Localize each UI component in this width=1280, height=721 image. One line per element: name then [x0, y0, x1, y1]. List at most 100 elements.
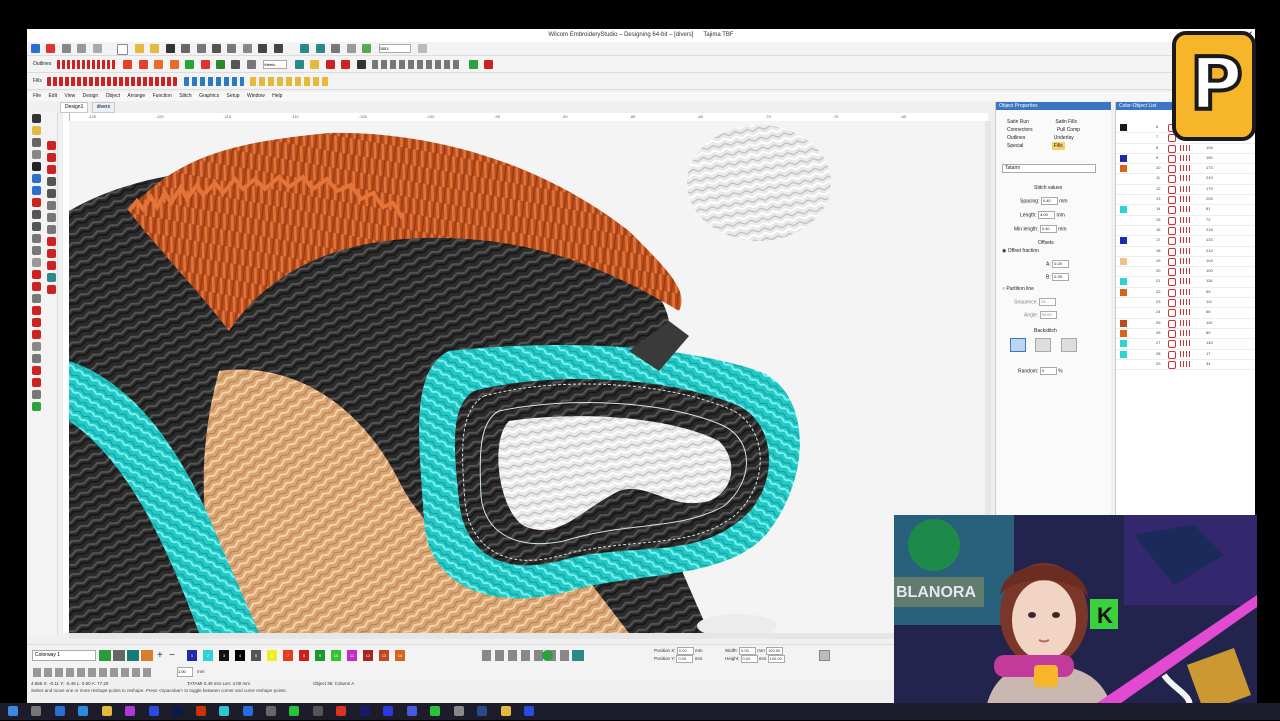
color-object-row[interactable]: 22 99: [1116, 288, 1255, 299]
pattern-icon[interactable]: [185, 60, 195, 69]
backstitch-option-3[interactable]: [1060, 338, 1077, 352]
tab-fills[interactable]: Fills: [1051, 142, 1065, 150]
pin-icon[interactable]: [61, 44, 71, 53]
discord-icon[interactable]: [406, 706, 417, 716]
palette-swatch[interactable]: 10: [331, 650, 341, 661]
fill3-icon[interactable]: [154, 60, 164, 69]
menu-object[interactable]: Object: [106, 93, 120, 99]
menu-view[interactable]: View: [64, 93, 75, 99]
color-object-row[interactable]: 11 210: [1116, 174, 1255, 185]
scissors-icon[interactable]: [483, 60, 493, 69]
offset-fraction-radio[interactable]: ◉ Offset fraction: [1002, 248, 1039, 254]
menu-arrange[interactable]: Arrange: [127, 93, 145, 99]
outlook-icon[interactable]: [54, 706, 65, 716]
travel-icon[interactable]: [300, 44, 310, 53]
satin-icon[interactable]: [31, 270, 41, 279]
menu-setup[interactable]: Setup: [227, 93, 240, 99]
spotify-icon[interactable]: [289, 706, 300, 716]
palette-icon[interactable]: [99, 650, 111, 661]
refresh-icon[interactable]: [294, 60, 304, 69]
position-x-field[interactable]: 0.00: [676, 647, 694, 655]
tools-icon[interactable]: [77, 44, 87, 53]
tab-pull-comp[interactable]: Pull Comp: [1055, 126, 1082, 134]
curve2-icon[interactable]: [46, 177, 56, 186]
app6-icon[interactable]: [453, 706, 464, 716]
height-field[interactable]: 0.00: [740, 655, 758, 664]
motif-run-icon[interactable]: [31, 318, 41, 327]
task-view-icon[interactable]: [31, 706, 42, 716]
color-object-row[interactable]: 19 104: [1116, 257, 1255, 268]
bulb-icon[interactable]: [310, 60, 320, 69]
color-object-row[interactable]: 21 118: [1116, 277, 1255, 288]
reshape-icon[interactable]: [31, 126, 41, 135]
line-icon[interactable]: [46, 153, 56, 162]
palette-swatch[interactable]: 1: [187, 650, 197, 661]
zoom-dropdown-icon[interactable]: [417, 44, 427, 53]
app1-icon[interactable]: [125, 706, 136, 716]
thread-chart-icon[interactable]: [572, 650, 584, 661]
open-icon[interactable]: [134, 44, 144, 53]
palette-swatch[interactable]: 12: [363, 650, 373, 661]
color-object-row[interactable]: 17 133: [1116, 236, 1255, 247]
color-object-row[interactable]: 26 89: [1116, 329, 1255, 340]
fill-tool-icon[interactable]: [46, 237, 56, 246]
appliqué2-icon[interactable]: [31, 366, 41, 375]
print-icon[interactable]: [181, 44, 191, 53]
color-object-row[interactable]: 12 179: [1116, 185, 1255, 196]
menu-graphics[interactable]: Graphics: [199, 93, 219, 99]
text-icon[interactable]: [31, 162, 41, 171]
menu-file[interactable]: File: [33, 93, 41, 99]
tree-icon[interactable]: [215, 60, 225, 69]
size-field[interactable]: 1.00: [177, 667, 193, 677]
color-tool-icon[interactable]: [46, 273, 56, 282]
fill2-icon[interactable]: [138, 60, 148, 69]
color-object-row[interactable]: 8 106: [1116, 144, 1255, 154]
color-object-row[interactable]: 14 81: [1116, 205, 1255, 216]
save-icon[interactable]: [165, 44, 175, 53]
outline-stitch-icons[interactable]: [56, 60, 117, 69]
info-icon[interactable]: [356, 60, 366, 69]
polyline-icon[interactable]: [31, 246, 41, 255]
edit-icon[interactable]: [31, 150, 41, 159]
color-wheel-icon[interactable]: [542, 650, 553, 661]
palette-swatch[interactable]: 5: [251, 650, 261, 661]
measure-icon[interactable]: [31, 342, 41, 351]
colorway-select[interactable]: Colorway 1: [32, 650, 96, 661]
node-icon[interactable]: [31, 258, 41, 267]
freehand-icon[interactable]: [46, 165, 56, 174]
color-object-row[interactable]: 29 34: [1116, 360, 1255, 371]
arrange-icons[interactable]: [183, 77, 244, 86]
b-field[interactable]: 0.25: [1052, 273, 1070, 281]
ellipse-icon[interactable]: [31, 186, 41, 195]
applique-icon[interactable]: [31, 330, 41, 339]
app4-icon[interactable]: [242, 706, 253, 716]
color-object-row[interactable]: 9 150: [1116, 154, 1255, 165]
new-icon[interactable]: [117, 44, 129, 55]
menu-help[interactable]: Help: [272, 93, 282, 99]
explorer-icon[interactable]: [101, 706, 112, 716]
app7-icon[interactable]: [500, 706, 511, 716]
premiere-icon[interactable]: [359, 706, 370, 716]
sequence-field[interactable]: 01: [1039, 298, 1057, 306]
color-object-row[interactable]: 10 173: [1116, 164, 1255, 175]
wilcom-icon[interactable]: [46, 44, 56, 53]
grid-icon[interactable]: [231, 60, 241, 69]
tab-satin-fills[interactable]: Satin Fills: [1053, 118, 1079, 126]
backstitch-option-2[interactable]: [1035, 338, 1052, 352]
pen-icon[interactable]: [113, 650, 125, 661]
fill-tool4-icon[interactable]: [46, 285, 56, 294]
app3-icon[interactable]: [219, 706, 230, 716]
curve-icon[interactable]: [46, 141, 56, 150]
color-object-row[interactable]: 25 110: [1116, 319, 1255, 329]
cut-icon[interactable]: [211, 44, 221, 53]
wilcom-task-icon[interactable]: [523, 706, 534, 716]
zoom-icon[interactable]: [346, 44, 356, 53]
height-percent-field[interactable]: 100.00: [767, 655, 785, 664]
photoshop-icon[interactable]: [383, 706, 394, 716]
fill-type-select[interactable]: Tatami: [1002, 164, 1096, 173]
home-icon[interactable]: [31, 44, 40, 53]
stitch-player-icon[interactable]: [331, 44, 341, 53]
fill-tool3-icon[interactable]: [46, 261, 56, 270]
hand-icon[interactable]: [31, 354, 41, 363]
zoom-fit-icon[interactable]: [362, 44, 372, 53]
